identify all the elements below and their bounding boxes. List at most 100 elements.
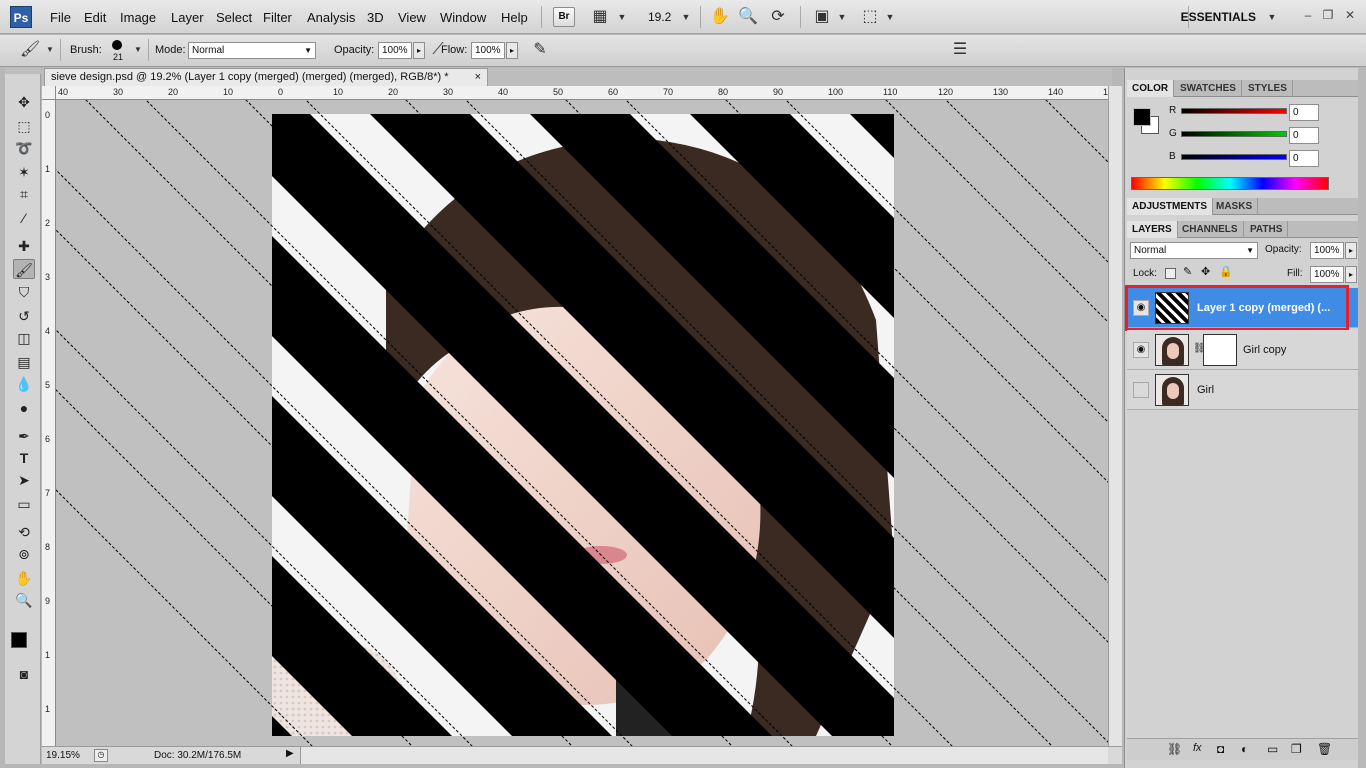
tab-masks[interactable]: MASKS (1211, 198, 1259, 215)
healing-brush-tool-icon[interactable]: ✚ (13, 236, 35, 256)
arrange-documents-icon[interactable]: ▣ (812, 8, 832, 26)
chevron-down-icon[interactable]: ▼ (128, 41, 148, 59)
history-brush-tool-icon[interactable]: ↺ (13, 306, 35, 326)
shape-tool-icon[interactable]: ▭ (13, 494, 35, 514)
lock-position-icon[interactable]: ✥ (1201, 265, 1210, 278)
tab-swatches[interactable]: SWATCHES (1175, 80, 1242, 97)
blur-tool-icon[interactable]: 💧 (13, 374, 35, 394)
chevron-down-icon[interactable]: ▼ (40, 41, 60, 59)
opacity-field[interactable]: 100% (378, 42, 412, 59)
panel-collapse-strip[interactable] (1358, 68, 1366, 768)
workspace-switcher[interactable]: ESSENTIALS (1181, 10, 1256, 24)
zoom-tool-icon[interactable]: 🔍 (738, 8, 758, 26)
airbrush-icon[interactable]: ✎ (530, 41, 550, 59)
screen-mode-icon[interactable]: ⬚ (860, 8, 880, 26)
menu-window[interactable]: Window (440, 10, 486, 25)
layer-opacity-slider-button[interactable]: ▸ (1345, 242, 1357, 259)
lock-image-icon[interactable]: ✎ (1183, 265, 1192, 278)
pen-tool-icon[interactable]: ✒ (13, 426, 35, 446)
g-slider[interactable] (1181, 131, 1287, 137)
new-layer-icon[interactable]: ❐ (1291, 742, 1302, 756)
layer-name[interactable]: Girl copy (1243, 344, 1286, 356)
eyedropper-tool-icon[interactable]: ⁄ (13, 208, 35, 228)
crop-tool-icon[interactable]: ⌗ (13, 184, 35, 204)
horizontal-ruler[interactable]: 40 30 20 10 0 10 20 30 40 50 60 70 80 90 100 110 120 130 1… (56, 86, 1108, 100)
3d-rotate-tool-icon[interactable]: ⟲ (13, 522, 35, 542)
zoom-tool-icon[interactable]: 🔍 (13, 590, 35, 610)
3d-orbit-tool-icon[interactable]: ⊚ (13, 544, 35, 564)
brush-tool-icon[interactable]: 🖌 (13, 259, 35, 279)
zoom-level[interactable]: 19.2 (648, 10, 671, 24)
chevron-down-icon[interactable]: ▼ (880, 8, 900, 26)
b-slider[interactable] (1181, 154, 1287, 160)
path-selection-tool-icon[interactable]: ➤ (13, 470, 35, 490)
vertical-ruler[interactable]: 0 1 2 3 4 5 6 7 8 9 1 1 (42, 100, 56, 746)
close-icon[interactable]: ✕ (1342, 8, 1358, 24)
panel-toggle-icon[interactable]: ☰ (950, 41, 970, 59)
magic-wand-tool-icon[interactable]: ✶ (13, 162, 35, 182)
r-slider[interactable] (1181, 108, 1287, 114)
type-tool-icon[interactable]: T (13, 448, 35, 468)
foreground-color-swatch[interactable] (1133, 108, 1151, 126)
menu-select[interactable]: Select (216, 10, 252, 25)
hand-tool-icon[interactable]: ✋ (13, 568, 35, 588)
brush-tip-icon[interactable] (112, 40, 122, 50)
blend-mode-select[interactable]: Normal ▼ (1130, 242, 1258, 259)
color-spectrum-ramp[interactable] (1131, 177, 1329, 190)
mode-select[interactable]: Normal ▼ (188, 42, 316, 59)
layer-opacity-field[interactable]: 100% (1310, 242, 1344, 259)
move-tool-icon[interactable]: ✥ (13, 92, 35, 112)
quick-mask-icon[interactable]: ◙ (13, 664, 35, 684)
tab-channels[interactable]: CHANNELS (1177, 221, 1244, 238)
layer-mask-thumbnail[interactable] (1203, 334, 1237, 366)
hand-tool-icon[interactable]: ✋ (710, 8, 730, 26)
opacity-slider-button[interactable]: ▸ (413, 42, 425, 59)
tools-panel-grip[interactable] (5, 68, 41, 74)
view-extras-icon[interactable]: ▦ (590, 8, 610, 26)
dodge-tool-icon[interactable]: ● (13, 398, 35, 418)
layer-name[interactable]: Girl (1197, 384, 1214, 396)
add-mask-icon[interactable]: ◘ (1217, 742, 1224, 756)
b-value[interactable]: 0 (1289, 150, 1319, 167)
eye-hidden-icon[interactable] (1133, 382, 1149, 398)
link-layers-icon[interactable]: ⛓ (1167, 742, 1182, 756)
menu-analysis[interactable]: Analysis (307, 10, 355, 25)
close-document-icon[interactable]: × (475, 69, 481, 86)
menu-view[interactable]: View (398, 10, 426, 25)
layer-row[interactable]: Girl (1127, 370, 1359, 410)
marquee-tool-icon[interactable]: ⬚ (13, 116, 35, 136)
tab-layers[interactable]: LAYERS (1127, 221, 1178, 238)
adjustment-layer-icon[interactable]: ◐ (1241, 742, 1248, 756)
fill-slider-button[interactable]: ▸ (1345, 266, 1357, 283)
new-group-icon[interactable]: ▭ (1267, 742, 1278, 756)
document-tab[interactable]: sieve design.psd @ 19.2% (Layer 1 copy (… (44, 68, 488, 86)
lock-transparent-icon[interactable] (1165, 268, 1176, 279)
menu-file[interactable]: File (50, 10, 71, 25)
clone-stamp-tool-icon[interactable]: ⛉ (13, 282, 35, 302)
tab-paths[interactable]: PATHS (1245, 221, 1289, 238)
restore-icon[interactable]: ❐ (1320, 8, 1336, 24)
status-arrow-icon[interactable]: ▶ (286, 748, 294, 759)
menu-3d[interactable]: 3D (367, 10, 384, 25)
r-value[interactable]: 0 (1289, 104, 1319, 121)
eye-icon[interactable]: ◉ (1133, 342, 1149, 358)
vertical-scrollbar[interactable] (1108, 86, 1122, 746)
zoom-status[interactable]: 19.15% (46, 750, 80, 761)
lasso-tool-icon[interactable]: ➰ (13, 138, 35, 158)
zoom-dropdown-icon[interactable]: ▼ (676, 8, 696, 26)
canvas-area[interactable] (56, 100, 1108, 746)
bridge-button[interactable]: Br (553, 7, 575, 27)
chevron-down-icon[interactable]: ▼ (1262, 8, 1282, 26)
rotate-view-icon[interactable]: ⟳ (768, 8, 788, 26)
brush-preset-icon[interactable]: 🖌 (20, 41, 40, 59)
tab-color[interactable]: COLOR (1127, 80, 1175, 97)
menu-image[interactable]: Image (120, 10, 156, 25)
delete-layer-icon[interactable]: 🗑 (1317, 742, 1332, 756)
g-value[interactable]: 0 (1289, 127, 1319, 144)
menu-edit[interactable]: Edit (84, 10, 106, 25)
fill-field[interactable]: 100% (1310, 266, 1344, 283)
menu-filter[interactable]: Filter (263, 10, 292, 25)
horizontal-scrollbar[interactable] (300, 747, 1108, 764)
menu-layer[interactable]: Layer (171, 10, 204, 25)
tab-styles[interactable]: STYLES (1243, 80, 1293, 97)
